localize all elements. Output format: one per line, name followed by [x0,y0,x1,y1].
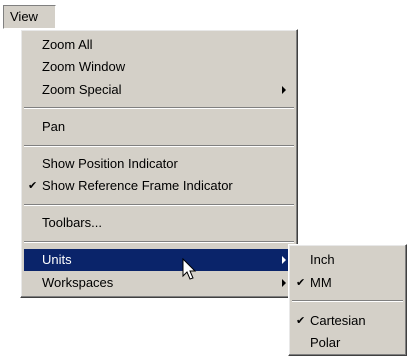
menu-separator [24,145,294,147]
view-menu-button[interactable]: View [3,5,56,29]
submenu-item-cartesian[interactable]: ✔ Cartesian [292,310,403,332]
menu-item-label: Units [42,252,72,267]
checkmark-icon: ✔ [296,315,306,327]
submenu-item-label: Cartesian [310,313,366,328]
submenu-arrow-icon [282,279,286,287]
units-submenu: Inch ✔ MM ✔ Cartesian Polar [288,244,407,356]
mouse-pointer-icon [182,258,197,280]
menu-item-label: Zoom Special [42,82,122,97]
submenu-arrow-icon [282,86,286,94]
checkmark-icon: ✔ [296,277,306,289]
view-menu-label: View [10,9,38,24]
view-menu: Zoom All Zoom Window Zoom Special Pan Sh… [20,29,298,298]
menu-item-units[interactable]: Units [24,249,294,271]
menu-separator [24,241,294,243]
menu-item-label: Pan [42,119,66,134]
submenu-item-label: Polar [310,335,341,350]
checkmark-icon: ✔ [28,180,38,192]
submenu-item-label: Inch [310,252,335,267]
menu-item-show-reference-frame-indicator[interactable]: ✔ Show Reference Frame Indicator [24,175,294,197]
menu-item-label: Toolbars... [42,215,102,230]
menu-item-show-position-indicator[interactable]: Show Position Indicator [24,153,294,175]
menu-item-zoom-special[interactable]: Zoom Special [24,79,294,101]
menu-separator [24,204,294,206]
submenu-item-label: MM [310,275,332,290]
submenu-item-inch[interactable]: Inch [292,249,403,271]
menu-item-label: Zoom Window [42,59,126,74]
menu-item-label: Show Reference Frame Indicator [42,178,233,193]
submenu-arrow-icon [282,256,286,264]
menu-separator [292,300,403,302]
submenu-item-polar[interactable]: Polar [292,332,403,354]
menu-item-toolbars[interactable]: Toolbars... [24,212,294,234]
menu-item-zoom-window[interactable]: Zoom Window [24,56,294,78]
menu-separator [24,107,294,109]
menu-item-label: Show Position Indicator [42,156,178,171]
menu-item-pan[interactable]: Pan [24,116,294,138]
submenu-item-mm[interactable]: ✔ MM [292,272,403,294]
menu-item-zoom-all[interactable]: Zoom All [24,34,294,56]
menu-item-label: Workspaces [42,275,114,290]
menu-item-label: Zoom All [42,37,93,52]
menu-item-workspaces[interactable]: Workspaces [24,272,294,294]
